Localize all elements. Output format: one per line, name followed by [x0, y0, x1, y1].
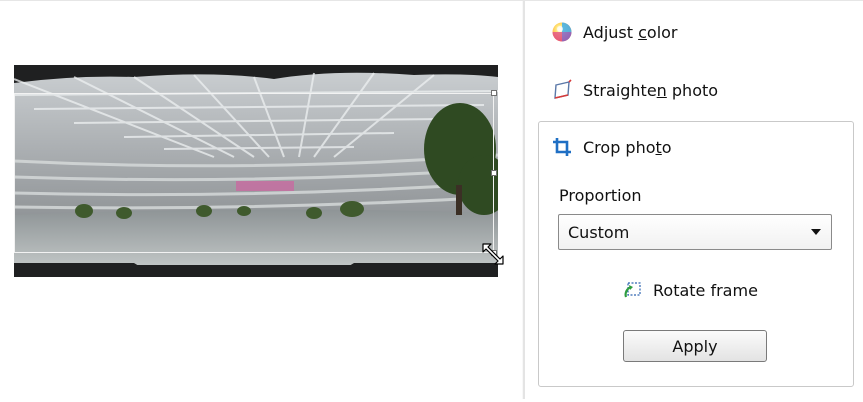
dropdown-arrow-icon — [811, 229, 821, 235]
photo-editor-window: Adjust color Straighten photo Crop photo — [0, 0, 863, 402]
rotate-frame-icon — [624, 282, 641, 298]
crop-frame[interactable] — [14, 93, 494, 253]
rotate-frame-label: Rotate frame — [653, 280, 758, 300]
resize-cursor-icon — [482, 243, 504, 265]
proportion-label: Proportion — [559, 186, 642, 205]
straighten-label-accel: n — [656, 80, 667, 100]
crop-handle-right[interactable] — [491, 170, 497, 176]
crop-title-pre: Crop pho — [583, 137, 656, 157]
straighten-icon — [554, 79, 572, 99]
adjust-color-label-post: olor — [646, 22, 678, 42]
proportion-dropdown[interactable]: Custom — [558, 214, 832, 250]
image-canvas — [0, 1, 522, 399]
adjust-color-label-accel: c — [638, 22, 647, 42]
apply-button-label: Apply — [672, 336, 718, 356]
adjust-color-tool[interactable]: Adjust color — [551, 19, 678, 45]
crop-handle-top-right[interactable] — [491, 90, 497, 96]
crop-icon — [553, 138, 571, 156]
color-wheel-icon — [552, 22, 572, 42]
straighten-label-pre: Straighte — [583, 80, 657, 100]
rotate-frame-button[interactable]: Rotate frame — [623, 278, 758, 302]
crop-title-post: o — [661, 137, 672, 157]
straighten-label-post: photo — [666, 80, 719, 100]
adjust-color-label-pre: Adjust — [583, 22, 639, 42]
crop-photo-tool[interactable]: Crop photo — [551, 134, 672, 160]
crop-photo-panel: Crop photo Proportion Custom Rotate fram… — [538, 121, 854, 387]
apply-button[interactable]: Apply — [623, 330, 767, 362]
proportion-selected-value: Custom — [568, 222, 630, 242]
straighten-photo-tool[interactable]: Straighten photo — [551, 77, 718, 103]
fix-tools-pane: Adjust color Straighten photo Crop photo — [525, 1, 863, 399]
